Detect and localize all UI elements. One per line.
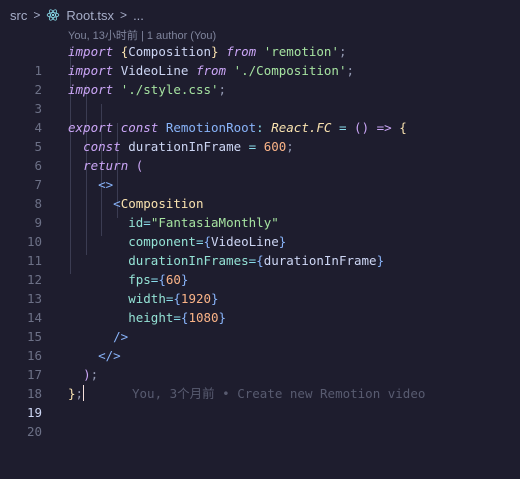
codelens-author[interactable]: You, 13小时前 | 1 author (You) <box>68 27 216 43</box>
breadcrumb-file[interactable]: Root.tsx <box>46 8 114 23</box>
line-content: import VideoLine from './Composition'; <box>68 63 355 78</box>
code-line: 5 export const RemotionRoot: React.FC = … <box>0 118 520 154</box>
code-line: 3 import './style.css'; <box>0 80 520 116</box>
code-line-active: 19 }; You, 3个月前 • Create new Remotion vi… <box>0 384 520 420</box>
text-cursor <box>83 385 85 401</box>
line-content: import './style.css'; <box>68 82 227 97</box>
code-line: 7 return ( <box>0 156 520 192</box>
code-line: 8 <> <box>0 175 520 211</box>
react-icon <box>47 9 60 21</box>
line-content: export const RemotionRoot: React.FC = ()… <box>68 120 407 135</box>
line-content: }; <box>68 385 85 401</box>
line-content: /> <box>113 329 129 344</box>
line-content: const durationInFrame = 600; <box>83 139 294 154</box>
code-editor[interactable]: src > Root.tsx > ... You, 13小时前 | 1 auth… <box>0 0 520 440</box>
line-number: 20 <box>26 424 42 439</box>
line-content: </> <box>98 348 121 363</box>
code-line: 15 height={1080} <box>0 308 520 344</box>
code-line: 10 id="FantasiaMonthly" <box>0 213 520 249</box>
code-line: 11 component={VideoLine} <box>0 232 520 268</box>
line-content: id="FantasiaMonthly" <box>128 215 279 230</box>
code-line: 2 import VideoLine from './Composition'; <box>0 61 520 97</box>
code-line: 18 ); <box>0 365 520 401</box>
code-line: 12 durationInFrames={durationInFrame} <box>0 251 520 287</box>
code-line: 6 const durationInFrame = 600; <box>0 137 520 173</box>
line-content: durationInFrames={durationInFrame} <box>128 253 385 268</box>
line-content: component={VideoLine} <box>128 234 287 249</box>
line-content: <Composition <box>113 196 204 211</box>
code-line: 9 <Composition <box>0 194 520 230</box>
breadcrumb-file-label: Root.tsx <box>66 7 115 23</box>
code-area[interactable]: 1 import {Composition} from 'remotion'; … <box>0 42 520 439</box>
line-content: return ( <box>83 158 144 173</box>
inline-blame[interactable]: You, 3个月前 • Create new Remotion video <box>132 384 425 403</box>
breadcrumb: src > Root.tsx > ... <box>0 0 520 30</box>
code-line: 1 import {Composition} from 'remotion'; <box>0 42 520 78</box>
chevron-right-icon: > <box>120 8 128 22</box>
chevron-right-icon: > <box>33 8 41 22</box>
code-line: 16 /> <box>0 327 520 363</box>
line-content: import {Composition} from 'remotion'; <box>68 44 347 59</box>
line-content: height={1080} <box>128 310 227 325</box>
code-line: 17 </> <box>0 346 520 382</box>
line-content: fps={60} <box>128 272 189 287</box>
breadcrumb-folder[interactable]: src <box>10 8 27 23</box>
code-line: 20 <box>0 403 520 439</box>
code-line: 14 width={1920} <box>0 289 520 325</box>
code-line: 13 fps={60} <box>0 270 520 306</box>
breadcrumb-more[interactable]: ... <box>133 8 144 23</box>
line-content: width={1920} <box>128 291 219 306</box>
line-content: ); <box>83 367 99 382</box>
code-line: 4 <box>0 99 520 135</box>
line-content: <> <box>98 177 114 192</box>
